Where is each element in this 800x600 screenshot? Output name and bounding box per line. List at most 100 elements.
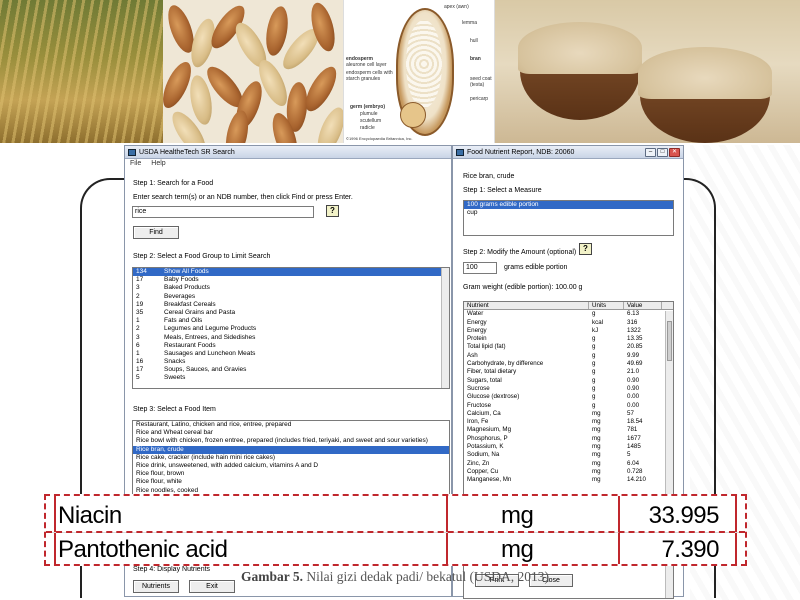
list-item[interactable]: 16 Snacks: [133, 358, 449, 366]
measure-list[interactable]: 100 grams edible portion cup: [463, 200, 674, 236]
list-item[interactable]: 17 Soups, Sauces, and Gravies: [133, 366, 449, 374]
table-row[interactable]: Energy kcal 316: [464, 319, 673, 327]
table-row[interactable]: Water g 6.13: [464, 310, 673, 318]
list-item[interactable]: 19 Breakfast Cereals: [133, 301, 449, 309]
nutrient-value: 21.0: [627, 368, 640, 376]
measure-option[interactable]: cup: [464, 209, 673, 217]
help-button[interactable]: ?: [579, 243, 592, 255]
nutrients-button[interactable]: Nutrients: [133, 580, 179, 593]
table-row[interactable]: Manganese, Mn mg 14.210: [464, 476, 673, 484]
nutrient-unit: g: [592, 310, 596, 318]
list-item[interactable]: Restaurant, Latino, chicken and rice, en…: [133, 421, 449, 429]
table-row[interactable]: Copper, Cu mg 0.728: [464, 468, 673, 476]
nutrient-value: 5: [627, 451, 631, 459]
column-header[interactable]: Units: [589, 302, 624, 310]
amount-input[interactable]: 100: [463, 262, 497, 274]
nutrient-value: 6.13: [627, 310, 640, 318]
list-item[interactable]: 1 Sausages and Luncheon Meats: [133, 350, 449, 358]
diagram-copyright: ©1996 Encyclopaedia Britannica, Inc.: [346, 136, 413, 141]
nutrient-unit: g: [592, 343, 596, 351]
nutrient-name: Niacin: [58, 502, 122, 529]
column-header[interactable]: Nutrient: [464, 302, 589, 310]
report-window-titlebar[interactable]: Food Nutrient Report, NDB: 20060 – □ ✕: [453, 146, 683, 159]
search-instruction: Enter search term(s) or an NDB number, t…: [133, 194, 353, 201]
diagram-label: pericarp: [470, 96, 489, 102]
table-row[interactable]: Glucose (dextrose) g 0.00: [464, 393, 673, 401]
list-item[interactable]: 3 Meals, Entrees, and Sidedishes: [133, 334, 449, 342]
table-row[interactable]: Total lipid (fat) g 20.85: [464, 343, 673, 351]
caption-label: Gambar 5.: [241, 569, 304, 584]
bowl-right: [638, 47, 772, 143]
food-item-list[interactable]: Restaurant, Latino, chicken and rice, en…: [132, 420, 450, 498]
list-item[interactable]: Rice and Wheat cereal bar: [133, 429, 449, 437]
table-row[interactable]: Phosphorus, P mg 1677: [464, 435, 673, 443]
measure-option[interactable]: 100 grams edible portion: [464, 201, 673, 210]
food-group-name: Sweets: [164, 374, 186, 382]
scrollbar[interactable]: [441, 268, 449, 388]
table-row[interactable]: Iron, Fe mg 18.54: [464, 418, 673, 426]
list-item[interactable]: Rice bran, crude: [133, 445, 449, 454]
nutrient-name: Sugars, total: [467, 376, 502, 384]
table-row[interactable]: Potassium, K mg 1485: [464, 443, 673, 451]
nutrient-name: Sucrose: [467, 384, 490, 392]
menu-help[interactable]: Help: [151, 160, 165, 169]
list-item[interactable]: 134 Show All Foods: [133, 268, 449, 277]
list-item[interactable]: 2 Legumes and Legume Products: [133, 325, 449, 333]
list-item[interactable]: Rice cake, cracker (include hain mini ri…: [133, 454, 449, 462]
table-row[interactable]: Protein g 13.35: [464, 335, 673, 343]
measure-step-label: Step 1: Select a Measure: [463, 187, 542, 194]
nutrient-value: 0.90: [627, 384, 640, 392]
list-item[interactable]: Rice flour, brown: [133, 470, 449, 478]
nutrient-unit: g: [592, 335, 596, 343]
minimize-button[interactable]: –: [645, 147, 656, 157]
nutrient-unit: mg: [592, 409, 601, 417]
find-button[interactable]: Find: [133, 226, 179, 239]
menu-file[interactable]: File: [130, 160, 141, 169]
list-item[interactable]: Rice flour, white: [133, 478, 449, 486]
table-row[interactable]: Energy kJ 1322: [464, 327, 673, 335]
germ-shape: [400, 102, 426, 128]
nutrient-value: 0.90: [627, 376, 640, 384]
food-group-count: 134: [136, 268, 147, 275]
close-window-button[interactable]: ✕: [669, 147, 680, 157]
nutrient-name: Ash: [467, 351, 478, 359]
list-item[interactable]: Rice drink, unsweetened, with added calc…: [133, 462, 449, 470]
table-row[interactable]: Sucrose g 0.90: [464, 385, 673, 393]
search-input[interactable]: rice: [132, 206, 314, 218]
food-group-list[interactable]: 134 Show All Foods 17 Baby Foods 3 Baked Prod…: [132, 267, 450, 389]
nutrient-name: Energy: [467, 318, 487, 326]
list-item[interactable]: 1 Fats and Oils: [133, 317, 449, 325]
search-window-titlebar[interactable]: USDA HealtheTech SR Search: [125, 146, 451, 159]
table-row[interactable]: Magnesium, Mg mg 781: [464, 426, 673, 434]
nutrient-value: 1677: [627, 434, 641, 442]
table-row[interactable]: Zinc, Zn mg 6.04: [464, 460, 673, 468]
table-row[interactable]: Sugars, total g 0.90: [464, 377, 673, 385]
table-row[interactable]: Carbohydrate, by difference g 49.69: [464, 360, 673, 368]
nutrient-unit: mg: [501, 535, 534, 563]
table-row[interactable]: Sodium, Na mg 5: [464, 451, 673, 459]
table-row[interactable]: Fiber, total dietary g 21.0: [464, 368, 673, 376]
help-button[interactable]: ?: [326, 205, 339, 217]
nutrient-value: 14.210: [627, 476, 646, 484]
exit-button[interactable]: Exit: [189, 580, 235, 593]
diagram-label: aleurone cell layer: [346, 62, 387, 68]
maximize-button[interactable]: □: [657, 147, 668, 157]
zoom-callout: Niacin mg 33.995 Pantothenic acid mg 7.3…: [44, 494, 747, 566]
food-group-name: Legumes and Legume Products: [164, 325, 257, 333]
list-item[interactable]: 17 Baby Foods: [133, 276, 449, 284]
nutrient-unit: mg: [592, 451, 601, 459]
column-header[interactable]: Value: [624, 302, 662, 310]
nutrient-value: 0.00: [627, 393, 640, 401]
list-item[interactable]: 5 Sweets: [133, 374, 449, 382]
list-item[interactable]: 6 Restaurant Foods: [133, 342, 449, 350]
nutrient-value: 18.54: [627, 418, 643, 426]
nutrient-unit: mg: [501, 502, 534, 529]
list-item[interactable]: 2 Beverages: [133, 293, 449, 301]
list-item[interactable]: 35 Cereal Grains and Pasta: [133, 309, 449, 317]
table-row[interactable]: Ash g 9.99: [464, 352, 673, 360]
table-row[interactable]: Calcium, Ca mg 57: [464, 410, 673, 418]
nutrient-value: 49.69: [627, 360, 643, 368]
list-item[interactable]: Rice bowl with chicken, frozen entree, p…: [133, 437, 449, 445]
list-item[interactable]: 3 Baked Products: [133, 284, 449, 292]
table-row[interactable]: Fructose g 0.00: [464, 402, 673, 410]
